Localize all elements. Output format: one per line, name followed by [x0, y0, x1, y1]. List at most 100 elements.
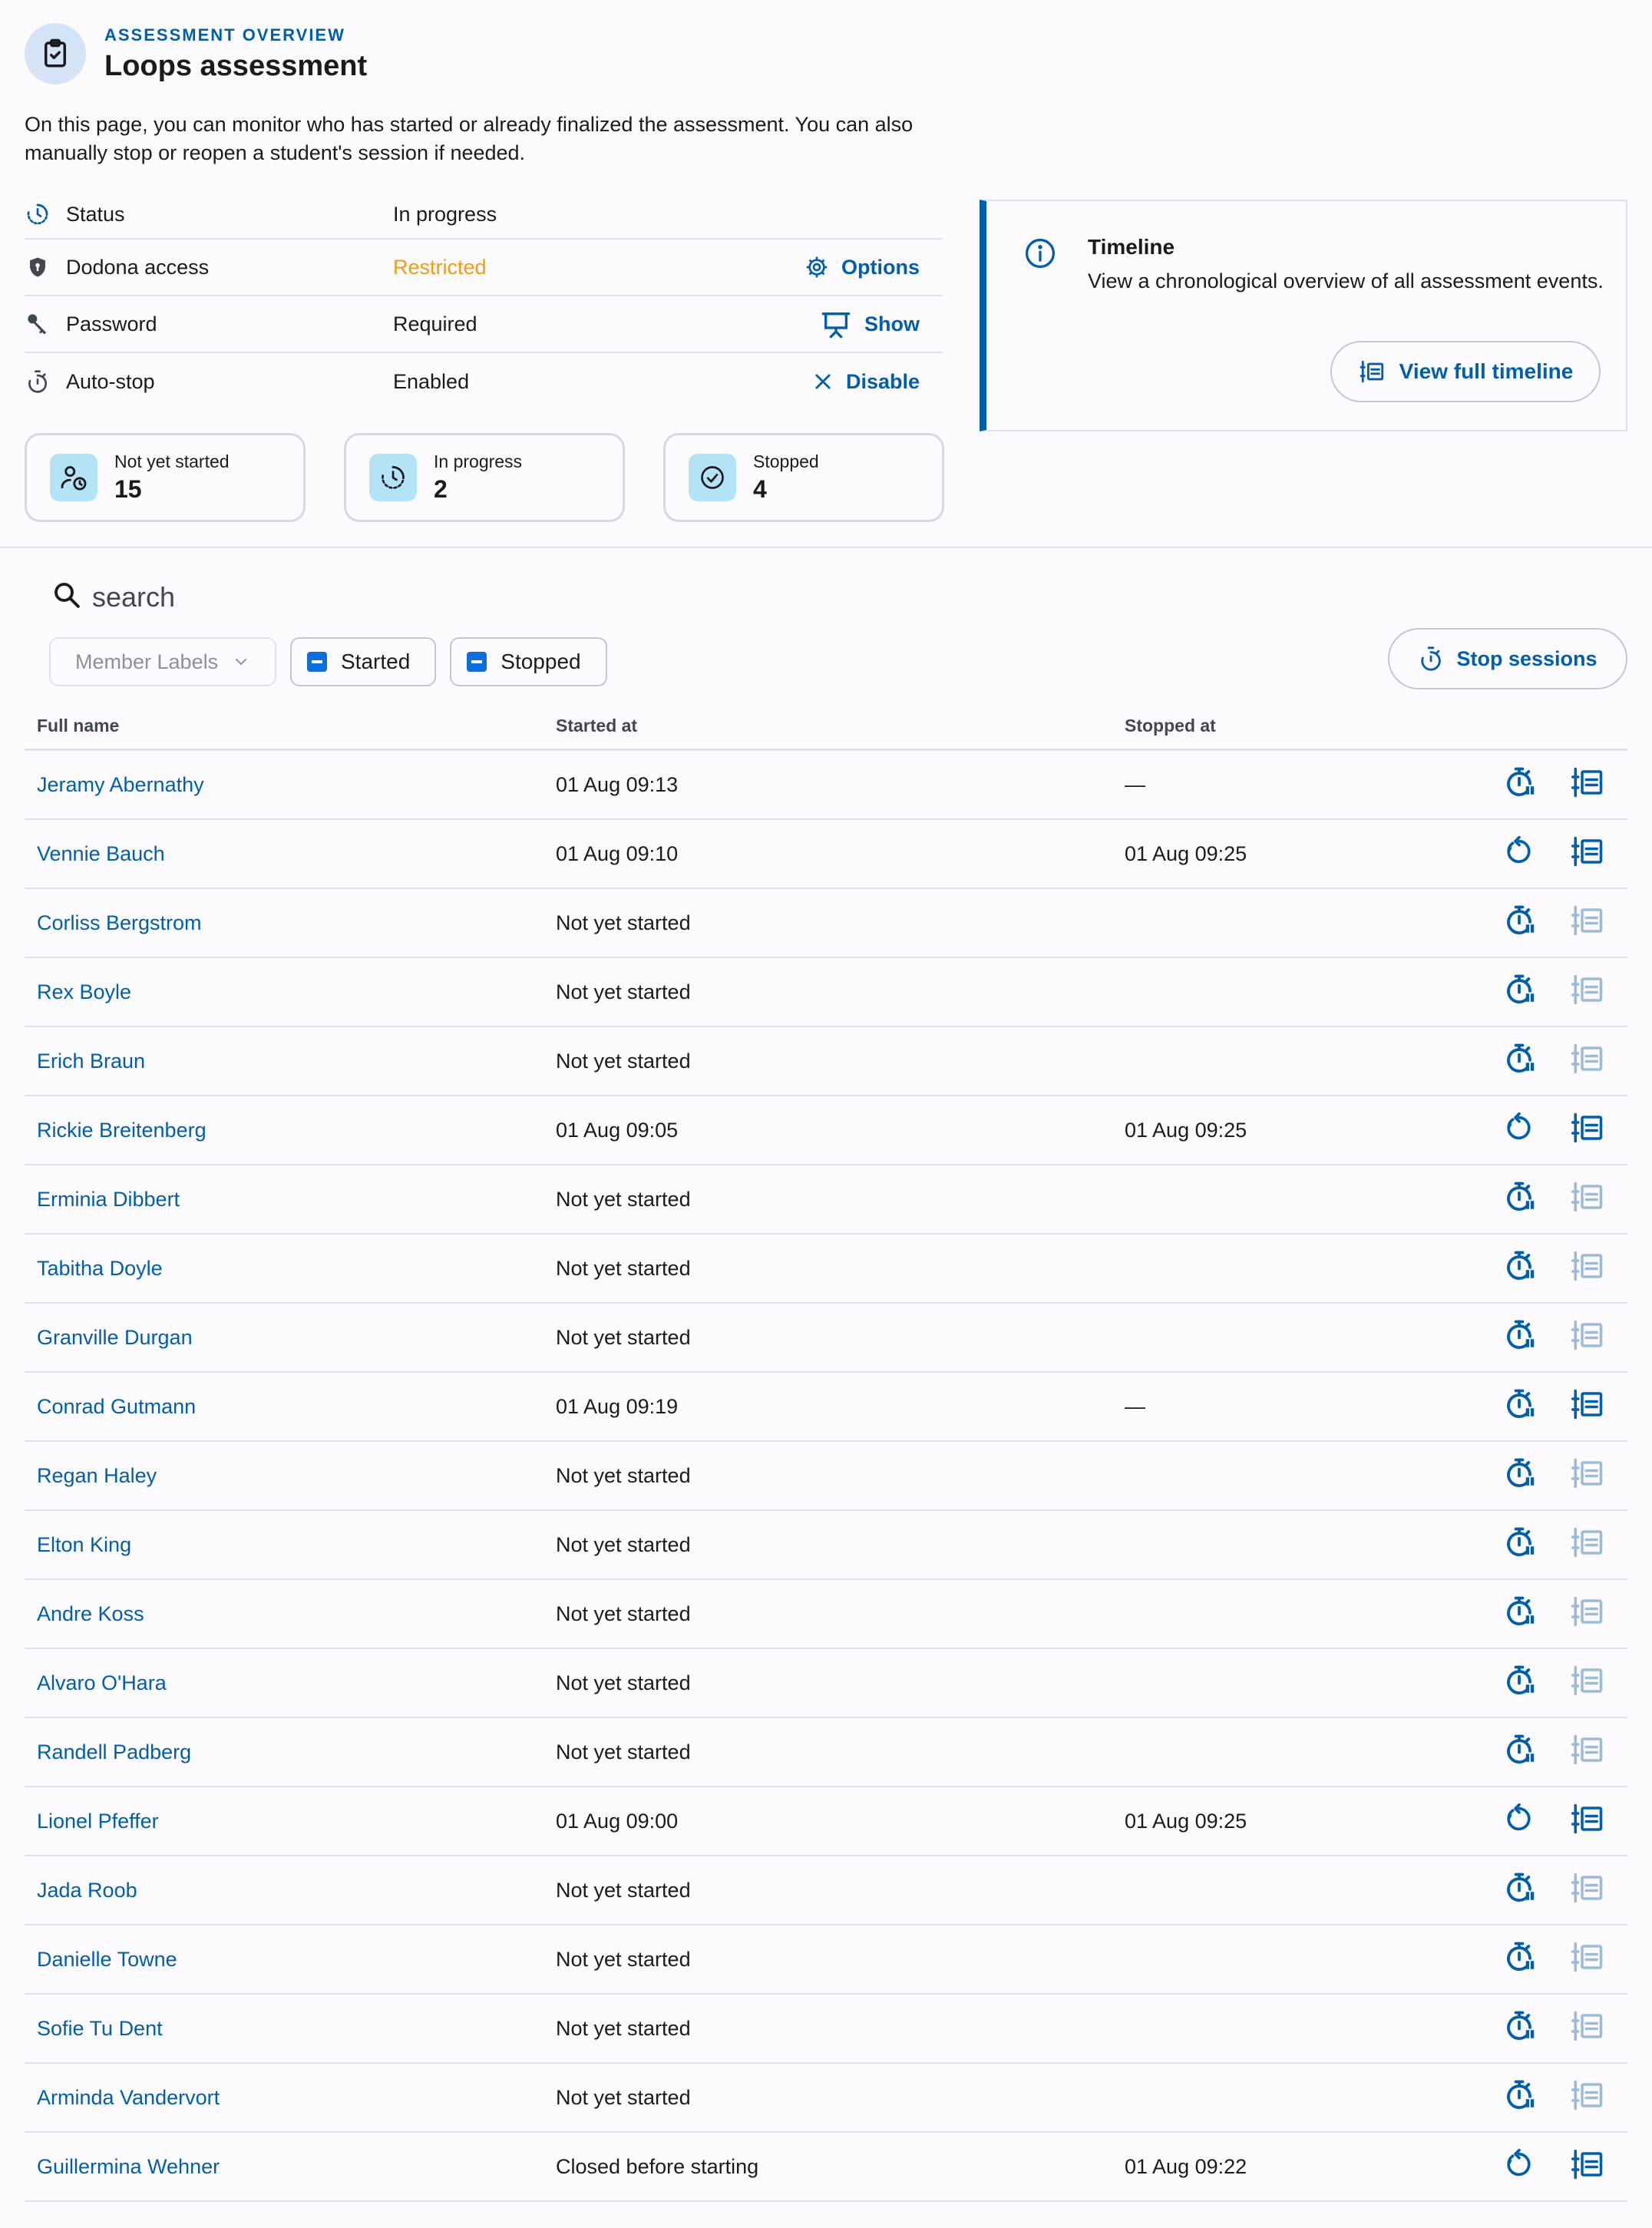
stop-session-button[interactable]: [1500, 958, 1538, 1026]
student-name-link[interactable]: Sofie Tu Dent: [37, 1995, 163, 2062]
access-value: Restricted: [393, 255, 487, 279]
table-row: Granville Durgan Not yet started: [25, 1304, 1627, 1373]
timer-stop-icon: [1503, 1526, 1535, 1564]
stop-session-button[interactable]: [1500, 1442, 1538, 1509]
table-row: Arminda Vandervort Not yet started: [25, 2064, 1627, 2133]
timeline-icon: [1569, 1388, 1606, 1426]
student-timeline-button[interactable]: [1566, 1373, 1609, 1440]
info-row-password: Password Required Show: [25, 296, 943, 353]
student-name-link[interactable]: Granville Durgan: [37, 1304, 193, 1371]
student-name-link[interactable]: Erich Braun: [37, 1027, 145, 1095]
stop-session-button[interactable]: [1500, 1580, 1538, 1648]
autostop-value: Enabled: [393, 369, 470, 393]
started-at-cell: 01 Aug 09:10: [556, 841, 679, 865]
student-name-link[interactable]: Jeramy Abernathy: [37, 751, 204, 818]
stopped-at-cell: —: [1125, 1394, 1145, 1418]
student-timeline-button[interactable]: [1566, 820, 1609, 888]
stop-session-button[interactable]: [1500, 1165, 1538, 1233]
section-divider: [0, 547, 1652, 548]
stop-sessions-button[interactable]: Stop sessions: [1388, 628, 1627, 689]
timeline-icon: [1569, 1595, 1606, 1633]
student-name-link[interactable]: Rex Boyle: [37, 958, 131, 1026]
stop-session-button[interactable]: [1500, 1718, 1538, 1786]
stopped-at-cell: 01 Aug 09:25: [1125, 841, 1247, 865]
filter-chip-started[interactable]: Started: [290, 637, 437, 686]
student-name-link[interactable]: Elton King: [37, 1511, 131, 1578]
reopen-session-button[interactable]: [1500, 820, 1538, 888]
student-timeline-button: [1566, 1442, 1609, 1509]
stop-session-button[interactable]: [1500, 751, 1538, 818]
member-labels-dropdown[interactable]: Member Labels: [49, 637, 276, 686]
search-bar: [51, 579, 553, 615]
table-row: Erich Braun Not yet started: [25, 1027, 1627, 1096]
student-timeline-button[interactable]: [1566, 1096, 1609, 1164]
page-description: On this page, you can monitor who has st…: [25, 113, 914, 164]
stop-session-button[interactable]: [1500, 1027, 1538, 1095]
column-header-name: Full name: [37, 716, 120, 736]
search-input[interactable]: [92, 580, 553, 613]
student-timeline-button: [1566, 1165, 1609, 1233]
table-row: Jeramy Abernathy 01 Aug 09:13 —: [25, 751, 1627, 820]
timer-stop-icon: [1503, 1181, 1535, 1218]
stop-session-button[interactable]: [1500, 1649, 1538, 1717]
student-name-link[interactable]: Danielle Towne: [37, 1926, 177, 1993]
reopen-session-button[interactable]: [1500, 1787, 1538, 1855]
stop-session-button[interactable]: [1500, 1373, 1538, 1440]
stat-card-not-started: Not yet started 15: [25, 433, 306, 522]
student-name-link[interactable]: Lionel Pfeffer: [37, 1787, 159, 1855]
student-name-link[interactable]: Randell Padberg: [37, 1718, 191, 1786]
student-timeline-button: [1566, 1649, 1609, 1717]
show-password-button[interactable]: Show: [820, 309, 920, 339]
student-name-link[interactable]: Rickie Breitenberg: [37, 1096, 206, 1164]
timer-stop-icon: [1503, 974, 1535, 1011]
student-name-link[interactable]: Guillermina Wehner: [37, 2133, 220, 2200]
filter-chip-stopped[interactable]: Stopped: [450, 637, 607, 686]
view-full-timeline-button[interactable]: View full timeline: [1330, 341, 1601, 402]
stop-session-button[interactable]: [1500, 1856, 1538, 1924]
disable-autostop-button[interactable]: Disable: [812, 370, 920, 394]
timeline-text: View a chronological overview of all ass…: [1088, 269, 1604, 293]
started-at-cell: 01 Aug 09:19: [556, 1394, 679, 1418]
stop-session-button[interactable]: [1500, 1304, 1538, 1371]
student-name-link[interactable]: Arminda Vandervort: [37, 2064, 220, 2131]
student-name-link[interactable]: Alvaro O'Hara: [37, 1649, 167, 1717]
reopen-session-button[interactable]: [1500, 2133, 1538, 2200]
student-timeline-button[interactable]: [1566, 1787, 1609, 1855]
started-at-cell: Not yet started: [556, 1740, 691, 1764]
table-row: Randell Padberg Not yet started: [25, 1718, 1627, 1787]
close-icon: [815, 374, 831, 389]
stop-session-button[interactable]: [1500, 1995, 1538, 2062]
table-row: Rickie Breitenberg 01 Aug 09:05 01 Aug 09:…: [25, 1096, 1627, 1165]
stat-count: 2: [434, 475, 448, 503]
student-timeline-button: [1566, 1580, 1609, 1648]
timeline-icon: [1569, 1941, 1606, 1978]
stop-session-button[interactable]: [1500, 2064, 1538, 2131]
student-name-link[interactable]: Vennie Bauch: [37, 820, 165, 888]
reopen-session-button[interactable]: [1500, 1096, 1538, 1164]
student-name-link[interactable]: Regan Haley: [37, 1442, 157, 1509]
stop-session-button[interactable]: [1500, 1235, 1538, 1302]
student-timeline-button: [1566, 889, 1609, 957]
student-name-link[interactable]: Andre Koss: [37, 1580, 144, 1648]
stop-session-button[interactable]: [1500, 889, 1538, 957]
student-timeline-button[interactable]: [1566, 751, 1609, 818]
table-row: Conrad Gutmann 01 Aug 09:19 —: [25, 1373, 1627, 1442]
student-name-link[interactable]: Jada Roob: [37, 1856, 137, 1924]
student-timeline-button[interactable]: [1566, 2133, 1609, 2200]
page-overline: ASSESSMENT OVERVIEW: [104, 25, 345, 45]
student-name-link[interactable]: Corliss Bergstrom: [37, 889, 202, 957]
stop-session-button[interactable]: [1500, 1511, 1538, 1578]
filter-bar: Member Labels Started Stopped: [49, 637, 607, 686]
password-value: Required: [393, 312, 477, 336]
timeline-icon: [1569, 1043, 1606, 1080]
student-name-link[interactable]: Tabitha Doyle: [37, 1235, 163, 1302]
stop-session-button[interactable]: [1500, 1926, 1538, 1993]
autostop-label: Auto-stop: [66, 369, 155, 393]
timer-stop-icon: [1503, 1250, 1535, 1288]
options-button[interactable]: Options: [805, 255, 920, 279]
student-name-link[interactable]: Conrad Gutmann: [37, 1373, 196, 1440]
student-name-link[interactable]: Erminia Dibbert: [37, 1165, 180, 1233]
column-header-stopped: Stopped at: [1125, 716, 1216, 736]
stop-sessions-label: Stop sessions: [1456, 646, 1597, 670]
info-row-access: Dodona access Restricted Options: [25, 240, 943, 296]
